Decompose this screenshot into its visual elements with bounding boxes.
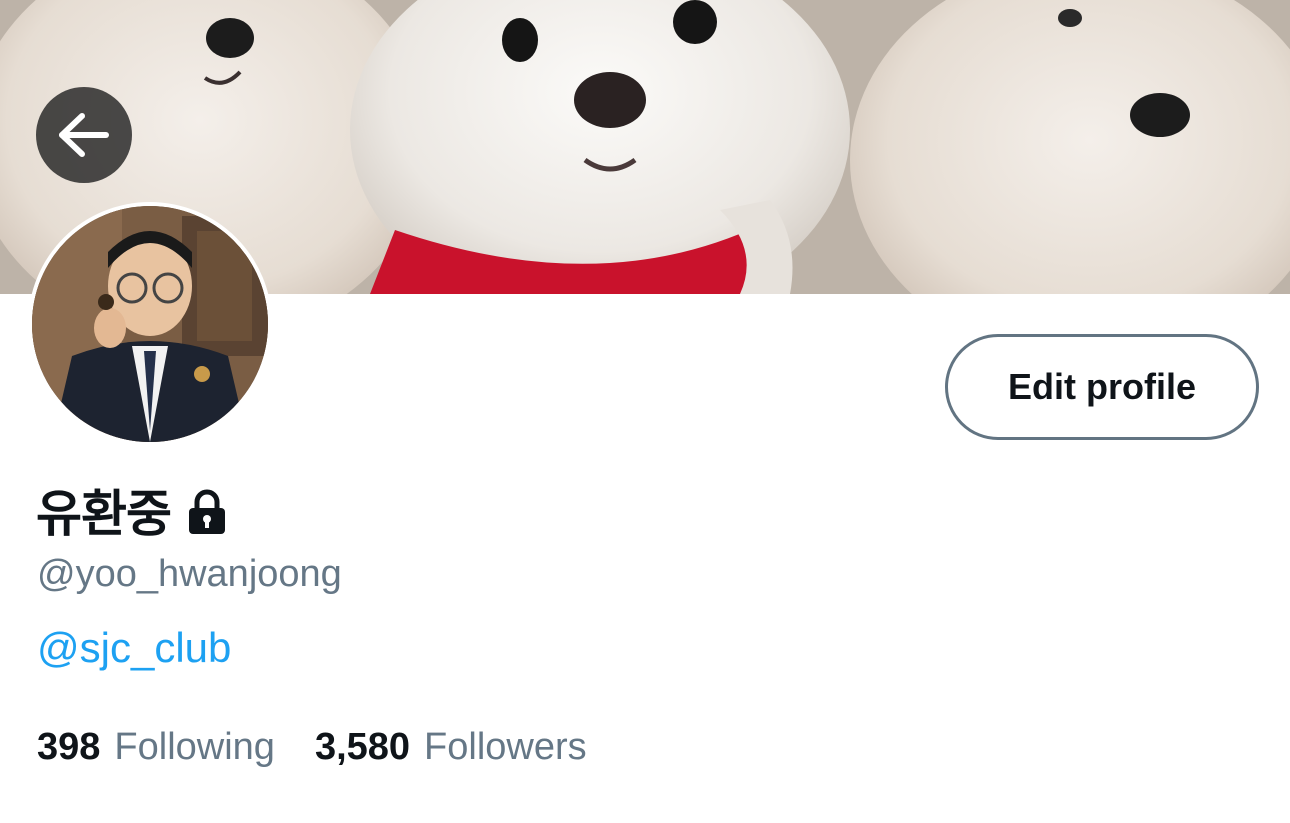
lock-icon	[189, 489, 225, 534]
followers-stat[interactable]: 3,580 Followers	[315, 726, 587, 769]
profile-avatar[interactable]	[28, 202, 272, 446]
followers-count: 3,580	[314, 726, 411, 768]
followers-label: Followers	[424, 726, 587, 768]
display-name: 유환중	[36, 485, 172, 543]
profile-page: Edit profile 유환중 @yoo_hwanjoong @sjc_clu…	[0, 0, 1290, 823]
following-label: Following	[114, 726, 275, 768]
following-stat[interactable]: 398 Following	[37, 726, 275, 769]
back-button[interactable]	[36, 87, 132, 183]
display-name-row: 유환중	[36, 474, 231, 546]
following-count: 398	[37, 726, 101, 768]
user-handle: @yoo_hwanjoong	[37, 553, 342, 595]
follow-stats: 398 Following 3,580 Followers	[37, 726, 587, 769]
arrow-left-icon	[59, 113, 109, 157]
edit-profile-button[interactable]: Edit profile	[945, 334, 1259, 440]
bio-mention-link[interactable]: @sjc_club	[37, 624, 231, 672]
